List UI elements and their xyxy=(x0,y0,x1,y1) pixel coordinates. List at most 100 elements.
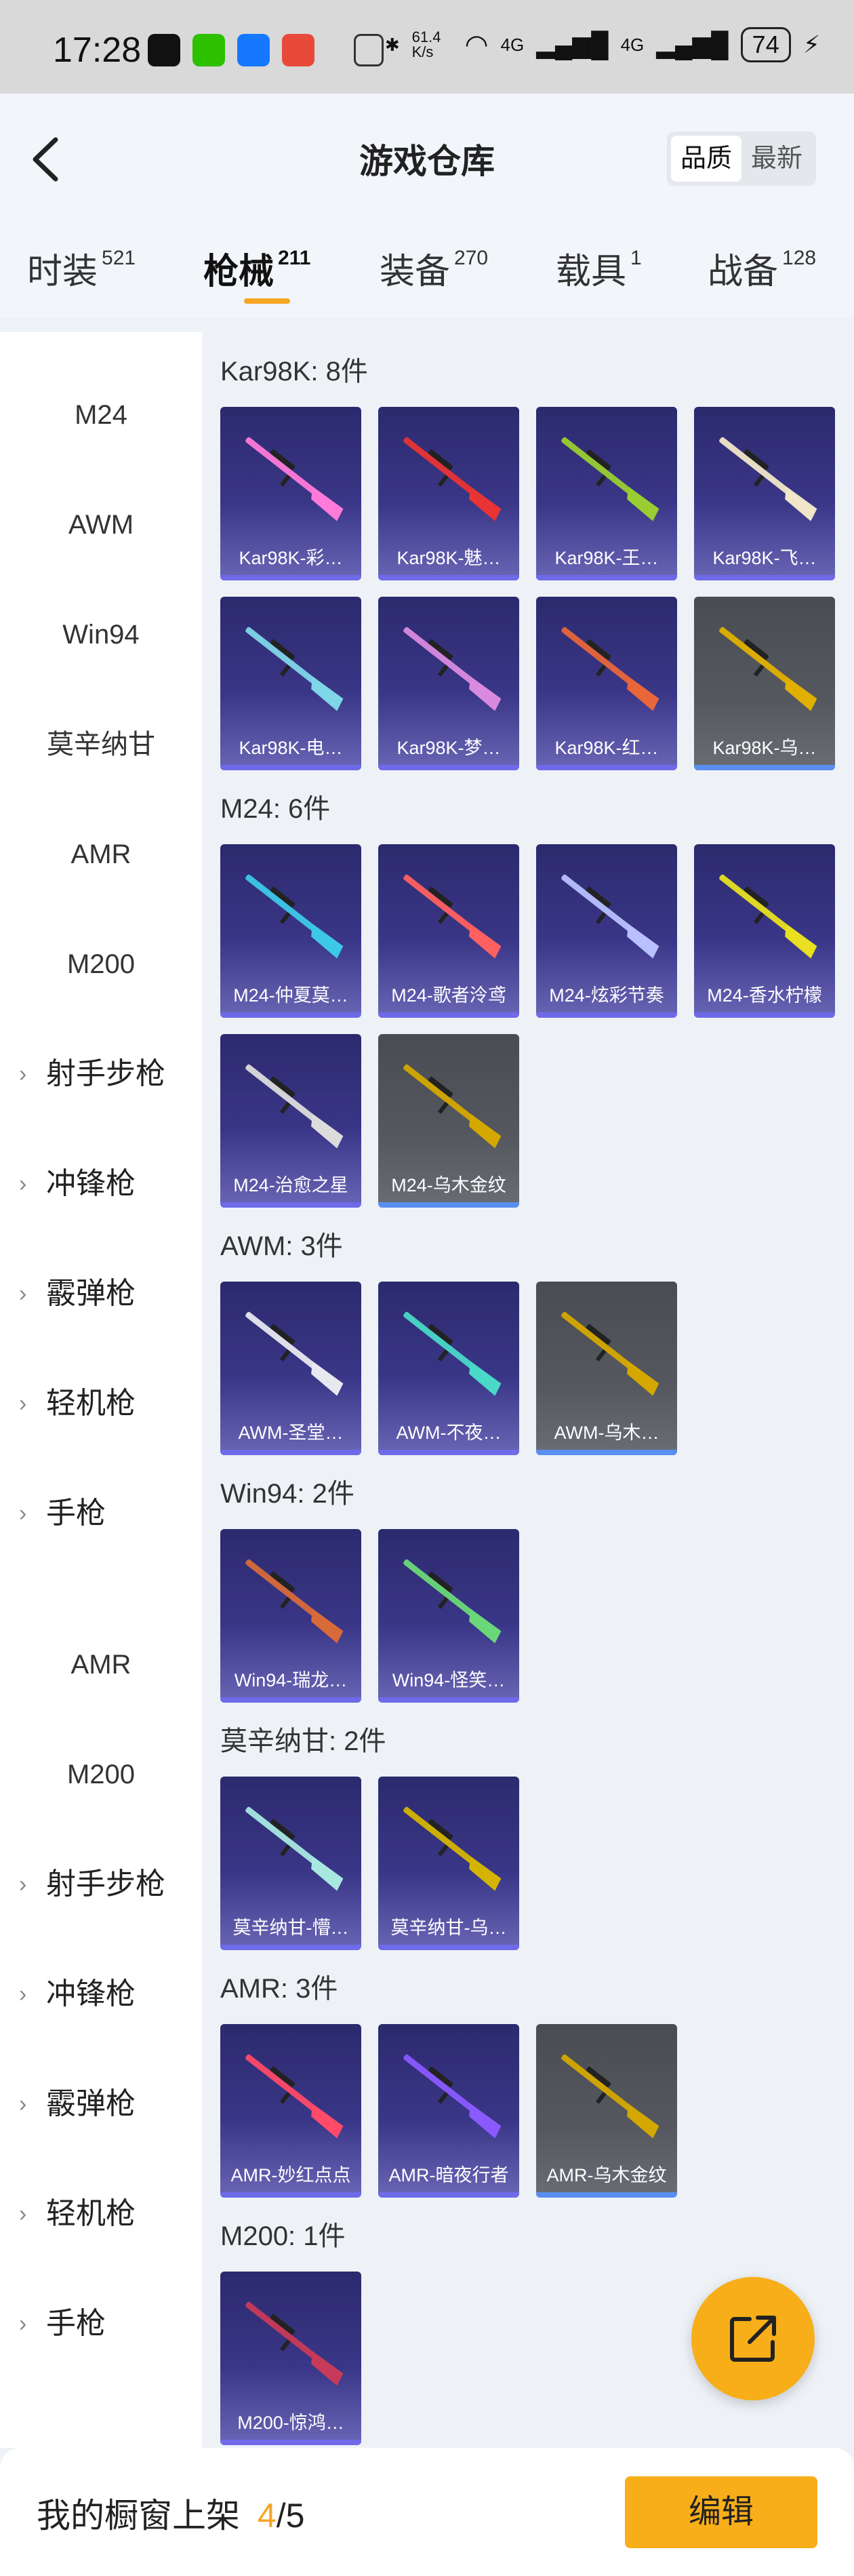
weapon-name: Kar98K-红… xyxy=(554,738,659,758)
rifle-icon xyxy=(403,1064,502,1149)
sidebar-item[interactable]: M24 xyxy=(0,388,202,442)
weapon-card[interactable]: Kar98K-红… xyxy=(536,597,677,770)
rifle-icon xyxy=(403,1311,502,1396)
weapon-card[interactable]: M200-惊鸿… xyxy=(220,2272,361,2445)
chevron-right-icon: › xyxy=(19,1061,27,1087)
sidebar-item[interactable]: AMR xyxy=(0,1638,202,1692)
rifle-icon xyxy=(245,627,344,711)
sidebar-item[interactable]: M200 xyxy=(0,937,202,991)
rarity-bar xyxy=(536,765,677,770)
weapon-card[interactable]: Win94-瑞龙… xyxy=(220,1529,361,1703)
sort-toggle: 品质 最新 xyxy=(666,132,816,186)
weapon-card[interactable]: Kar98K-梦… xyxy=(378,597,519,770)
weapon-card[interactable]: AWM-不夜… xyxy=(378,1282,519,1455)
status-bar: 17:28 ✱ 61.4 K/s ◠ 4G ▂▄▆█ 4G ▂▄▆█ 74 ⚡ xyxy=(0,0,854,94)
rarity-bar xyxy=(220,1202,361,1208)
weapon-card[interactable]: Kar98K-魅… xyxy=(378,407,519,580)
sidebar-item[interactable]: › 手枪 xyxy=(0,1486,202,1541)
sidebar-item[interactable]: › 霰弹枪 xyxy=(0,1267,202,1321)
tab-active-indicator xyxy=(244,298,290,304)
tab-count: 521 xyxy=(102,247,136,269)
signal-label-1: 4G xyxy=(500,34,525,55)
sidebar-item[interactable]: › 霰弹枪 xyxy=(0,2077,202,2131)
weapon-name: Kar98K-电… xyxy=(239,738,343,758)
status-right: ✱ 61.4 K/s ◠ 4G ▂▄▆█ 4G ▂▄▆█ 74 ⚡ xyxy=(385,27,820,62)
sidebar-item[interactable]: AMR xyxy=(0,827,202,881)
rifle-icon xyxy=(245,1806,344,1891)
rifle-icon xyxy=(245,1064,344,1149)
weapon-name: M24-治愈之星 xyxy=(233,1175,348,1195)
section-title: Kar98K: 8件 xyxy=(220,357,368,387)
battery-level: 74 xyxy=(740,27,791,62)
weapon-card[interactable]: M24-炫彩节奏 xyxy=(536,844,677,1018)
tab-label: 战备 xyxy=(708,252,779,292)
rarity-bar xyxy=(220,1697,361,1703)
sidebar-item[interactable]: › 轻机枪 xyxy=(0,2187,202,2241)
weapon-card[interactable]: M24-治愈之星 xyxy=(220,1034,361,1208)
weapon-card[interactable]: 莫辛纳甘-懵… xyxy=(220,1777,361,1950)
rarity-bar xyxy=(220,2192,361,2198)
rarity-bar xyxy=(694,1012,835,1018)
sidebar-item[interactable]: M200 xyxy=(0,1747,202,1802)
sidebar-item[interactable]: › 冲锋枪 xyxy=(0,1967,202,2021)
sidebar-item[interactable]: Win94 xyxy=(0,608,202,662)
rarity-bar xyxy=(220,1945,361,1950)
sidebar-item[interactable]: › 射手步枪 xyxy=(0,1857,202,1911)
weapon-card[interactable]: Kar98K-彩… xyxy=(220,407,361,580)
weapon-card[interactable]: Kar98K-乌… xyxy=(694,597,835,770)
tab-1[interactable]: 枪械 211 xyxy=(203,243,310,304)
wechat-icon xyxy=(192,34,225,66)
sidebar-item[interactable]: › 冲锋枪 xyxy=(0,1157,202,1211)
weapon-card[interactable]: AMR-妙红点点 xyxy=(220,2024,361,2198)
weapon-card[interactable]: M24-歌者泠鸢 xyxy=(378,844,519,1018)
weapon-card[interactable]: M24-仲夏莫… xyxy=(220,844,361,1018)
tab-4[interactable]: 战备 128 xyxy=(708,243,816,294)
weapon-card[interactable]: Kar98K-电… xyxy=(220,597,361,770)
rifle-icon xyxy=(561,874,659,959)
sort-option-quality[interactable]: 品质 xyxy=(670,136,741,182)
rifle-icon xyxy=(561,2054,659,2139)
sidebar-item[interactable]: › 轻机枪 xyxy=(0,1376,202,1431)
rarity-bar xyxy=(378,765,519,770)
rifle-icon xyxy=(403,2054,502,2139)
sidebar-item[interactable]: AWM xyxy=(0,498,202,552)
weapon-card[interactable]: M24-香水柠檬 xyxy=(694,844,835,1018)
rifle-icon xyxy=(719,437,817,521)
sidebar-item[interactable]: › 射手步枪 xyxy=(0,1047,202,1101)
tab-0[interactable]: 时装 521 xyxy=(27,243,136,294)
showcase-count: 4 xyxy=(257,2497,277,2535)
sidebar-item[interactable]: 莫辛纳甘 xyxy=(0,717,202,772)
rarity-bar xyxy=(378,575,519,580)
nfc-icon xyxy=(354,34,384,66)
section-title: M200: 1件 xyxy=(220,2221,346,2251)
signal-label-2: 4G xyxy=(620,34,645,55)
edit-button[interactable]: 编辑 xyxy=(625,2476,817,2548)
weapon-card[interactable]: Kar98K-飞… xyxy=(694,407,835,580)
sidebar-item-label: AMR xyxy=(70,839,131,869)
weapon-name: M24-仲夏莫… xyxy=(233,985,348,1006)
weapon-card[interactable]: AWM-乌木… xyxy=(536,1282,677,1455)
weapon-card[interactable]: AMR-暗夜行者 xyxy=(378,2024,519,2198)
share-icon xyxy=(730,2316,776,2362)
weapon-card[interactable]: 莫辛纳甘-乌… xyxy=(378,1777,519,1950)
weapon-card[interactable]: M24-乌木金纹 xyxy=(378,1034,519,1208)
tab-2[interactable]: 装备 270 xyxy=(380,243,488,294)
chevron-right-icon: › xyxy=(19,1501,27,1526)
tab-3[interactable]: 载具 1 xyxy=(556,243,642,294)
rarity-bar xyxy=(220,1012,361,1018)
showcase-total: /5 xyxy=(276,2497,305,2535)
sidebar-item[interactable]: › 手枪 xyxy=(0,2297,202,2351)
tab-label: 时装 xyxy=(27,252,98,292)
weapon-name: AMR-乌木金纹 xyxy=(546,2165,667,2185)
weapon-card[interactable]: AMR-乌木金纹 xyxy=(536,2024,677,2198)
weapon-name: Kar98K-彩… xyxy=(239,548,343,568)
section-title: Win94: 2件 xyxy=(220,1479,354,1509)
sort-option-newest[interactable]: 最新 xyxy=(741,136,812,182)
section-title: AMR: 3件 xyxy=(220,1974,338,2004)
weapon-card[interactable]: Kar98K-王… xyxy=(536,407,677,580)
weapon-card[interactable]: Win94-怪笑… xyxy=(378,1529,519,1703)
weapon-card[interactable]: AWM-圣堂… xyxy=(220,1282,361,1455)
share-button[interactable] xyxy=(691,2277,815,2400)
weapon-name: M24-歌者泠鸢 xyxy=(391,985,506,1006)
sidebar-item-label: M24 xyxy=(75,400,127,430)
